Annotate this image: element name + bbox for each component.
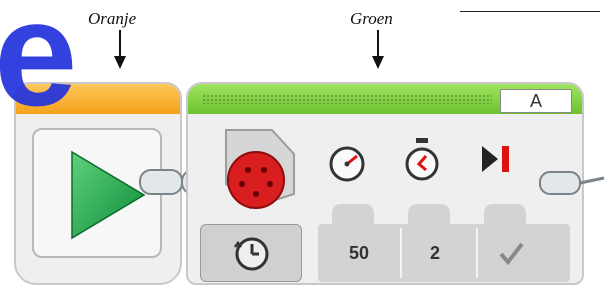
- output-connector-icon: [539, 171, 605, 195]
- seconds-value[interactable]: 2: [400, 224, 470, 282]
- divider: [476, 228, 478, 278]
- bar-texture: [202, 94, 492, 104]
- brake-at-end-icon: [482, 146, 509, 172]
- move-motor-block[interactable]: A 50 2: [186, 82, 584, 285]
- watermark-logo: e: [0, 0, 77, 137]
- power-value[interactable]: 50: [324, 224, 394, 282]
- time-mode-icon: [234, 237, 269, 271]
- speed-gauge-icon: [329, 146, 365, 182]
- mode-selector-button[interactable]: [200, 224, 302, 282]
- brake-checkbox-icon[interactable]: [496, 238, 526, 268]
- port-selector[interactable]: A: [500, 89, 572, 113]
- label-oranje: Oranje: [88, 9, 137, 28]
- arrow-down-icon: [114, 30, 126, 69]
- arrow-down-icon: [372, 30, 384, 69]
- timer-icon: [405, 138, 439, 181]
- label-groen: Groen: [350, 9, 393, 28]
- top-rule: [460, 11, 600, 12]
- large-motor-icon: [225, 129, 295, 210]
